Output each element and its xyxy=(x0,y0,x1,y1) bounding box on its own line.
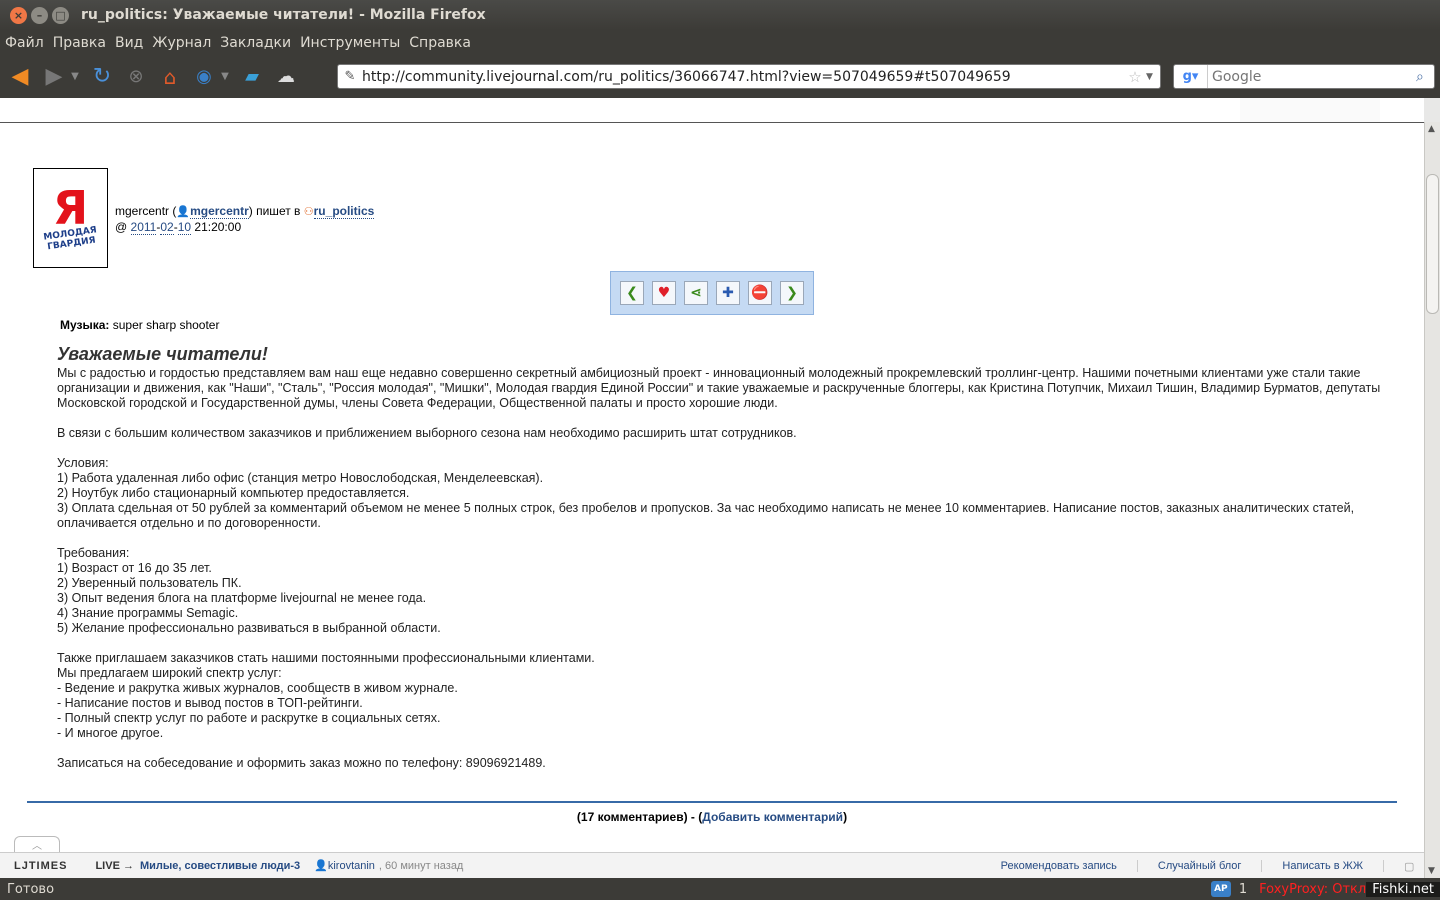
top-strip xyxy=(0,98,1424,123)
live-label: LIVE → xyxy=(95,859,134,872)
window-close-icon[interactable]: × xyxy=(10,6,27,24)
recommend-entry-link[interactable]: Рекомендовать запись xyxy=(981,860,1138,872)
window-titlebar: × – □ ru_politics: Уважаемые читатели! -… xyxy=(0,0,1440,30)
status-bar: Готово AP 1 FoxyProxy: Откл Fishki.net xyxy=(0,878,1440,900)
date-year-link[interactable]: 2011 xyxy=(130,220,157,235)
search-input[interactable] xyxy=(1208,68,1416,85)
menubar: Файл Правка Вид Журнал Закладки Инструме… xyxy=(0,30,1440,55)
speech-bubble-icon[interactable]: ☁ xyxy=(272,63,300,91)
user-icon[interactable]: 👤 xyxy=(176,206,190,218)
live-time: , 60 минут назад xyxy=(378,859,464,872)
url-dropdown-icon[interactable]: ▼ xyxy=(1146,72,1160,82)
entry-body: Мы с радостью и гордостью представляем в… xyxy=(57,366,1402,771)
bookmark-star-icon[interactable]: ☆ xyxy=(1124,68,1146,86)
url-text[interactable]: http://community.livejournal.com/ru_poli… xyxy=(362,69,1124,85)
back-arrow-icon[interactable]: ◀ xyxy=(6,63,34,91)
status-text: Готово xyxy=(7,881,55,897)
search-icon[interactable]: ⌕ xyxy=(1416,69,1434,85)
userpic[interactable]: Я МОЛОДАЯ ГВАРДИЯ xyxy=(33,168,108,268)
prev-entry-icon[interactable]: ❮ xyxy=(620,281,644,305)
molodaya-gvardiya-logo: Я xyxy=(52,181,89,235)
live-entry-link[interactable]: Милые, совестливые люди-3 xyxy=(140,860,300,872)
add-comment-link[interactable]: Добавить комментарий xyxy=(702,810,843,824)
tag-icon[interactable]: ✚ xyxy=(716,281,740,305)
post-time: 21:20:00 xyxy=(194,220,242,234)
date-day-link[interactable]: 10 xyxy=(177,220,192,235)
fishki-watermark: Fishki.net xyxy=(1366,881,1440,897)
chat-icon[interactable]: ▰ xyxy=(238,63,266,91)
ljtimes-bar: LJTIMES LIVE → Милые, совестливые люди-3… xyxy=(0,852,1424,878)
menu-edit[interactable]: Правка xyxy=(53,35,106,51)
poster-info: mgercentr (👤mgercentr) пишет в ⚇ru_polit… xyxy=(115,204,375,235)
autoproxy-dropdown-icon[interactable]: ▼ xyxy=(218,63,232,91)
google-engine-icon[interactable]: g▾ xyxy=(1174,65,1208,88)
menu-tools[interactable]: Инструменты xyxy=(300,35,400,51)
scroll-up-icon[interactable]: ▲ xyxy=(1428,124,1435,134)
home-icon[interactable]: ⌂ xyxy=(156,63,184,91)
menu-bookmarks[interactable]: Закладки xyxy=(220,35,291,51)
menu-history[interactable]: Журнал xyxy=(152,35,211,51)
poster-name: mgercentr xyxy=(115,204,170,218)
community-icon[interactable]: ⚇ xyxy=(304,206,314,218)
scroll-thumb[interactable] xyxy=(1426,174,1439,314)
forward-arrow-icon[interactable]: ▶ xyxy=(40,63,68,91)
history-dropdown-icon[interactable]: ▼ xyxy=(68,63,82,91)
block-icon[interactable]: ⛔ xyxy=(748,281,772,305)
status-count: 1 xyxy=(1238,881,1248,897)
menu-file[interactable]: Файл xyxy=(5,35,44,51)
vertical-scrollbar[interactable]: ▲ ▼ xyxy=(1424,122,1440,878)
menu-help[interactable]: Справка xyxy=(409,35,471,51)
poster-user-link[interactable]: mgercentr xyxy=(190,204,249,219)
window-maximize-icon[interactable]: □ xyxy=(52,6,69,24)
site-identity-icon[interactable]: ✎ xyxy=(338,69,362,84)
entry-actions: ❮ ♥ ⋖ ✚ ⛔ ❯ xyxy=(610,271,814,315)
foxyproxy-status[interactable]: FoxyProxy: Откл xyxy=(1259,882,1366,897)
entry-subject: Уважаемые читатели! xyxy=(57,344,268,364)
search-bar[interactable]: g▾ ⌕ xyxy=(1173,64,1435,89)
heart-icon[interactable]: ♥ xyxy=(652,281,676,305)
window-title: ru_politics: Уважаемые читатели! - Mozil… xyxy=(81,7,486,23)
paragraph: В связи с большим количеством заказчиков… xyxy=(57,426,797,440)
ljtimes-logo[interactable]: LJTIMES xyxy=(14,860,67,872)
comment-bubble-icon[interactable]: ▢ xyxy=(1384,860,1424,873)
next-entry-icon[interactable]: ❯ xyxy=(780,281,804,305)
share-icon[interactable]: ⋖ xyxy=(684,281,708,305)
url-bar[interactable]: ✎ http://community.livejournal.com/ru_po… xyxy=(337,64,1161,89)
date-month-link[interactable]: 02 xyxy=(160,220,174,235)
stop-icon[interactable]: ⊗ xyxy=(122,63,150,91)
paragraph: Мы с радостью и гордостью представляем в… xyxy=(57,366,1381,410)
comments-summary: (17 комментариев) - (Добавить комментари… xyxy=(576,810,848,824)
write-lj-link[interactable]: Написать в ЖЖ xyxy=(1262,860,1384,872)
separator-line xyxy=(27,801,1397,803)
window-minimize-icon[interactable]: – xyxy=(31,6,48,24)
current-music: Музыка: super sharp shooter xyxy=(60,318,220,332)
live-user-link[interactable]: kirovtanin xyxy=(328,860,375,872)
random-blog-link[interactable]: Случайный блог xyxy=(1138,860,1263,872)
autoproxy-status-icon[interactable]: AP xyxy=(1210,881,1231,897)
page-content: Я МОЛОДАЯ ГВАРДИЯ mgercentr (👤mgercentr) … xyxy=(0,98,1424,878)
menu-view[interactable]: Вид xyxy=(115,35,143,51)
community-link[interactable]: ru_politics xyxy=(313,204,375,219)
scroll-down-icon[interactable]: ▼ xyxy=(1428,866,1435,876)
navigation-toolbar: ◀ ▶ ▼ ↻ ⊗ ⌂ ◉ ▼ ▰ ☁ ✎ http://community.l… xyxy=(0,55,1440,98)
autoproxy-icon[interactable]: ◉ xyxy=(190,63,218,91)
user-icon: 👤 xyxy=(314,860,328,872)
reload-icon[interactable]: ↻ xyxy=(88,63,116,91)
